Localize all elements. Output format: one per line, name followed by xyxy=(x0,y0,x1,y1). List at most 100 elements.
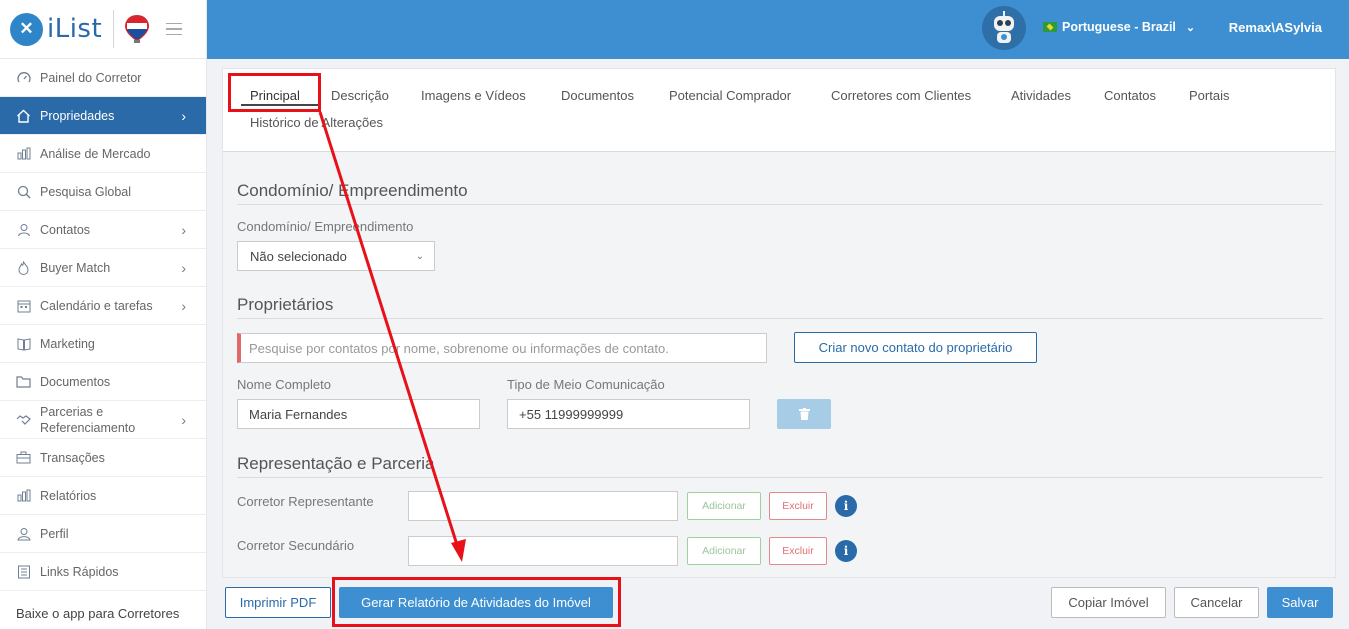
sidebar-item-perfil[interactable]: Perfil xyxy=(0,515,206,553)
brazil-flag-icon xyxy=(1043,22,1057,32)
add-secondary-button[interactable]: Adicionar xyxy=(687,537,761,565)
chevron-right-icon: › xyxy=(181,221,186,238)
info-icon[interactable]: i xyxy=(835,540,857,562)
chevron-right-icon: › xyxy=(181,411,186,428)
tab-documentos[interactable]: Documentos xyxy=(561,88,634,103)
delete-owner-button[interactable] xyxy=(777,399,831,429)
condominio-select[interactable]: Não selecionado ⌄ xyxy=(237,241,435,271)
print-pdf-button[interactable]: Imprimir PDF xyxy=(225,587,331,618)
sidebar-item-calendario-e-tarefas[interactable]: Calendário e tarefas › xyxy=(0,287,206,325)
tab-corretores-clientes[interactable]: Corretores com Clientes xyxy=(831,88,971,103)
sidebar-item-propriedades[interactable]: Propriedades › xyxy=(0,97,206,135)
create-owner-contact-button[interactable]: Criar novo contato do proprietário xyxy=(794,332,1037,363)
add-representative-button[interactable]: Adicionar xyxy=(687,492,761,520)
condominio-label: Condomínio/ Empreendimento xyxy=(237,219,414,234)
sidebar-item-label: Painel do Corretor xyxy=(40,70,142,85)
sidebar-item-label: Transações xyxy=(40,450,105,465)
tab-descricao[interactable]: Descrição xyxy=(331,88,389,103)
language-selector[interactable]: Portuguese - Brazil ⌄ xyxy=(1043,20,1195,34)
chevron-down-icon: ⌄ xyxy=(1185,21,1196,34)
ilist-logo-icon: ✕ xyxy=(10,12,43,46)
cancel-button[interactable]: Cancelar xyxy=(1174,587,1259,618)
property-form-card: Principal Descrição Imagens e Vídeos Doc… xyxy=(222,68,1336,578)
briefcase-icon xyxy=(15,449,32,466)
section-divider xyxy=(237,318,1323,319)
sidebar: ✕ iList Painel do Corretor Propriedades › A… xyxy=(0,0,207,629)
secondary-broker-label: Corretor Secundário xyxy=(237,538,355,553)
assistant-robot-icon[interactable] xyxy=(982,6,1026,50)
menu-toggle-icon[interactable] xyxy=(166,22,183,36)
sidebar-item-label: Links Rápidos xyxy=(40,564,119,579)
communication-field[interactable]: +55 11999999999 xyxy=(507,399,750,429)
chevron-right-icon: › xyxy=(181,297,186,314)
owner-search-input[interactable]: Pesquise por contatos por nome, sobrenom… xyxy=(237,333,767,363)
bar-chart-icon xyxy=(15,145,32,162)
chevron-right-icon: › xyxy=(181,107,186,124)
language-label: Portuguese - Brazil xyxy=(1062,20,1176,34)
user-name[interactable]: Remax\ASylvia xyxy=(1229,20,1322,35)
sidebar-item-analise-de-mercado[interactable]: Análise de Mercado xyxy=(0,135,206,173)
sidebar-item-documentos[interactable]: Documentos xyxy=(0,363,206,401)
tab-contatos[interactable]: Contatos xyxy=(1104,88,1156,103)
sidebar-item-buyer-match[interactable]: Buyer Match › xyxy=(0,249,206,287)
sidebar-item-pesquisa-global[interactable]: Pesquisa Global xyxy=(0,173,206,211)
remove-representative-button[interactable]: Excluir xyxy=(769,492,827,520)
logo-bar: ✕ iList xyxy=(0,0,206,59)
sidebar-item-label: Parcerias e Referenciamento xyxy=(40,404,136,435)
full-name-label: Nome Completo xyxy=(237,377,331,392)
logo-divider xyxy=(113,10,115,48)
user-icon xyxy=(15,525,32,542)
section-title-proprietarios: Proprietários xyxy=(237,295,334,314)
sidebar-item-transacoes[interactable]: Transações xyxy=(0,439,206,477)
secondary-broker-field[interactable] xyxy=(408,536,678,566)
sidebar-item-label: Documentos xyxy=(40,374,111,389)
sidebar-item-parcerias-e-referenciamento[interactable]: Parcerias e Referenciamento › xyxy=(0,401,206,439)
trash-icon xyxy=(798,408,810,420)
tab-portais[interactable]: Portais xyxy=(1189,88,1229,103)
remax-balloon-logo xyxy=(124,14,150,44)
tab-atividades[interactable]: Atividades xyxy=(1011,88,1071,103)
bar-chart-icon xyxy=(15,487,32,504)
chevron-right-icon: › xyxy=(181,259,186,276)
sidebar-item-label: Calendário e tarefas xyxy=(40,298,153,313)
sidebar-item-marketing[interactable]: Marketing xyxy=(0,325,206,363)
home-icon xyxy=(15,107,32,124)
sidebar-item-label: Análise de Mercado xyxy=(40,146,151,161)
contacts-icon xyxy=(15,221,32,238)
remove-secondary-button[interactable]: Excluir xyxy=(769,537,827,565)
sidebar-nav: Painel do Corretor Propriedades › Análise d… xyxy=(0,59,206,591)
communication-type-label: Tipo de Meio Comunicação xyxy=(507,377,665,392)
representative-broker-field[interactable] xyxy=(408,491,678,521)
app-name: iList xyxy=(47,14,103,44)
book-icon xyxy=(15,335,32,352)
tab-historico-alteracoes[interactable]: Histórico de Alterações xyxy=(250,115,383,130)
highlight-box-principal-tab xyxy=(228,73,321,112)
highlight-box-report-button xyxy=(332,577,621,627)
tab-potencial-comprador[interactable]: Potencial Comprador xyxy=(669,88,791,103)
dashboard-icon xyxy=(15,69,32,86)
search-icon xyxy=(15,183,32,200)
full-name-field[interactable]: Maria Fernandes xyxy=(237,399,480,429)
sidebar-item-label: Marketing xyxy=(40,336,95,351)
save-button[interactable]: Salvar xyxy=(1267,587,1333,618)
section-title-representacao: Representação e Parceria xyxy=(237,454,435,473)
sidebar-item-links-rapidos[interactable]: Links Rápidos xyxy=(0,553,206,591)
chevron-down-icon: ⌄ xyxy=(415,250,424,262)
sidebar-item-label: Propriedades xyxy=(40,108,115,123)
condominio-selected-value: Não selecionado xyxy=(250,248,347,264)
tab-imagens-videos[interactable]: Imagens e Vídeos xyxy=(421,88,526,103)
sidebar-item-relatorios[interactable]: Relatórios xyxy=(0,477,206,515)
sidebar-item-label: Buyer Match xyxy=(40,260,111,275)
section-title-condominio: Condomínio/ Empreendimento xyxy=(237,181,468,200)
sidebar-item-label: Contatos xyxy=(40,222,91,237)
sidebar-item-painel-do-corretor[interactable]: Painel do Corretor xyxy=(0,59,206,97)
handshake-icon xyxy=(15,411,32,428)
copy-property-button[interactable]: Copiar Imóvel xyxy=(1051,587,1166,618)
info-icon[interactable]: i xyxy=(835,495,857,517)
flame-icon xyxy=(15,259,32,276)
sidebar-item-label: Pesquisa Global xyxy=(40,184,132,199)
section-divider xyxy=(237,204,1323,205)
app-download-link[interactable]: Baixe o app para Corretores xyxy=(16,606,179,621)
sidebar-item-contatos[interactable]: Contatos › xyxy=(0,211,206,249)
calendar-icon xyxy=(15,297,32,314)
